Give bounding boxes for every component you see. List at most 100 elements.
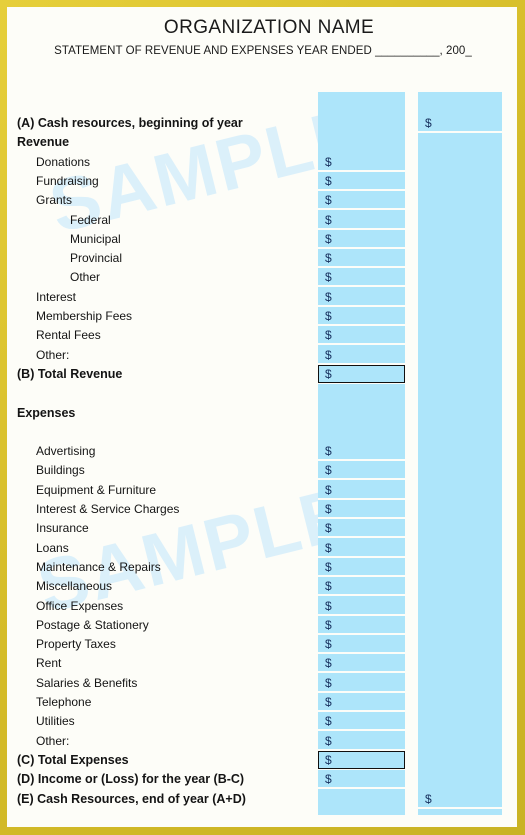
amount-field-currency[interactable]: $ [325, 654, 332, 673]
amount-field-currency[interactable]: $ [325, 500, 332, 519]
table-row: (C) Total Expenses $ [7, 751, 517, 770]
line-item-label: Interest & Service Charges [36, 502, 180, 516]
amount-field-currency[interactable]: $ [325, 558, 332, 577]
table-row: Maintenance & Repairs $ [7, 558, 517, 577]
amount-field-currency[interactable]: $ [325, 288, 332, 307]
table-row: Federal $ [7, 211, 517, 230]
amount-field-currency[interactable]: $ [325, 307, 332, 326]
amount-field-currency[interactable]: $ [325, 635, 332, 654]
table-row: (A) Cash resources, beginning of year $ [7, 114, 517, 133]
line-item-label: Telephone [36, 695, 92, 709]
table-row: Office Expenses $ [7, 597, 517, 616]
table-row: Equipment & Furniture $ [7, 481, 517, 500]
total-field-currency[interactable]: $ [425, 114, 432, 133]
amount-field-currency[interactable]: $ [325, 153, 332, 172]
table-row: Advertising $ [7, 442, 517, 461]
line-item-label: (A) Cash resources, beginning of year [17, 116, 243, 130]
table-row: Provincial $ [7, 249, 517, 268]
line-item-label: (D) Income or (Loss) for the year (B-C) [17, 772, 245, 786]
line-item-label: Interest [36, 290, 77, 304]
line-item-label: Insurance [36, 521, 89, 535]
table-row: Property Taxes $ [7, 635, 517, 654]
line-item-rows: (A) Cash resources, beginning of year $ Re… [7, 7, 517, 827]
amount-field-currency[interactable]: $ [325, 172, 332, 191]
table-row: Membership Fees $ [7, 307, 517, 326]
line-item-label: Equipment & Furniture [36, 483, 157, 497]
line-item-label: Buildings [36, 463, 85, 477]
amount-field-currency[interactable]: $ [325, 712, 332, 731]
line-item-label: Grants [36, 193, 73, 207]
amount-field-currency[interactable]: $ [325, 770, 332, 789]
amount-field-currency[interactable]: $ [325, 539, 332, 558]
amount-field-currency[interactable]: $ [325, 268, 332, 287]
line-item-label: Rental Fees [36, 328, 101, 342]
table-row: (D) Income or (Loss) for the year (B-C) $ [7, 770, 517, 789]
table-row: Miscellaneous $ [7, 577, 517, 596]
amount-field-currency[interactable]: $ [325, 365, 332, 384]
line-item-label: Advertising [36, 444, 96, 458]
table-row: Rental Fees $ [7, 326, 517, 345]
line-item-label: Rent [36, 656, 62, 670]
amount-field-currency[interactable]: $ [325, 230, 332, 249]
table-row: Other: $ [7, 346, 517, 365]
line-item-label: Provincial [70, 251, 123, 265]
amount-field-currency[interactable]: $ [325, 249, 332, 268]
total-field-currency[interactable]: $ [425, 790, 432, 809]
line-item-label: (E) Cash Resources, end of year (A+D) [17, 792, 246, 806]
amount-field-currency[interactable]: $ [325, 461, 332, 480]
line-item-label: Membership Fees [36, 309, 133, 323]
table-row: Telephone $ [7, 693, 517, 712]
line-item-label: Maintenance & Repairs [36, 560, 161, 574]
table-row: Rent $ [7, 654, 517, 673]
statement-page: SAMPLE SAMPLE ORGANIZATION NAME STATEMEN… [0, 0, 525, 835]
line-item-label: Expenses [17, 406, 76, 420]
amount-field-currency[interactable]: $ [325, 674, 332, 693]
table-row: Expenses [7, 404, 517, 423]
amount-field-currency[interactable]: $ [325, 346, 332, 365]
table-row: Revenue [7, 133, 517, 152]
amount-field-currency[interactable]: $ [325, 577, 332, 596]
line-item-label: (B) Total Revenue [17, 367, 123, 381]
table-row: Municipal $ [7, 230, 517, 249]
table-row: Interest & Service Charges $ [7, 500, 517, 519]
statement-sheet: SAMPLE SAMPLE ORGANIZATION NAME STATEMEN… [7, 7, 517, 827]
amount-field-currency[interactable]: $ [325, 481, 332, 500]
table-row: Loans $ [7, 539, 517, 558]
line-item-label: Other [70, 270, 101, 284]
table-row: Other $ [7, 268, 517, 287]
amount-field-currency[interactable]: $ [325, 732, 332, 751]
amount-field-currency[interactable]: $ [325, 326, 332, 345]
table-row [7, 423, 517, 442]
table-row: Donations $ [7, 153, 517, 172]
amount-field-currency[interactable]: $ [325, 191, 332, 210]
line-item-label: Municipal [70, 232, 121, 246]
table-row: Utilities $ [7, 712, 517, 731]
table-row: Interest $ [7, 288, 517, 307]
line-item-label: Other: [36, 348, 70, 362]
line-item-label: Fundraising [36, 174, 99, 188]
table-row: Buildings $ [7, 461, 517, 480]
table-row: Insurance $ [7, 519, 517, 538]
table-row: Postage & Stationery $ [7, 616, 517, 635]
amount-field-currency[interactable]: $ [325, 616, 332, 635]
table-row: Salaries & Benefits $ [7, 674, 517, 693]
table-row: Fundraising $ [7, 172, 517, 191]
table-row [7, 384, 517, 403]
line-item-label: Utilities [36, 714, 75, 728]
amount-field-currency[interactable]: $ [325, 519, 332, 538]
line-item-label: Salaries & Benefits [36, 676, 138, 690]
amount-field-currency[interactable]: $ [325, 693, 332, 712]
line-item-label: Postage & Stationery [36, 618, 149, 632]
amount-field-currency[interactable]: $ [325, 211, 332, 230]
line-item-label: (C) Total Expenses [17, 753, 129, 767]
amount-field-currency[interactable]: $ [325, 597, 332, 616]
line-item-label: Miscellaneous [36, 579, 113, 593]
line-item-label: Office Expenses [36, 599, 124, 613]
line-item-label: Property Taxes [36, 637, 116, 651]
amount-field-currency[interactable]: $ [325, 751, 332, 770]
table-row: Other: $ [7, 732, 517, 751]
line-item-label: Donations [36, 155, 91, 169]
table-row: Grants $ [7, 191, 517, 210]
amount-field-currency[interactable]: $ [325, 442, 332, 461]
table-row: (E) Cash Resources, end of year (A+D) $ [7, 790, 517, 809]
